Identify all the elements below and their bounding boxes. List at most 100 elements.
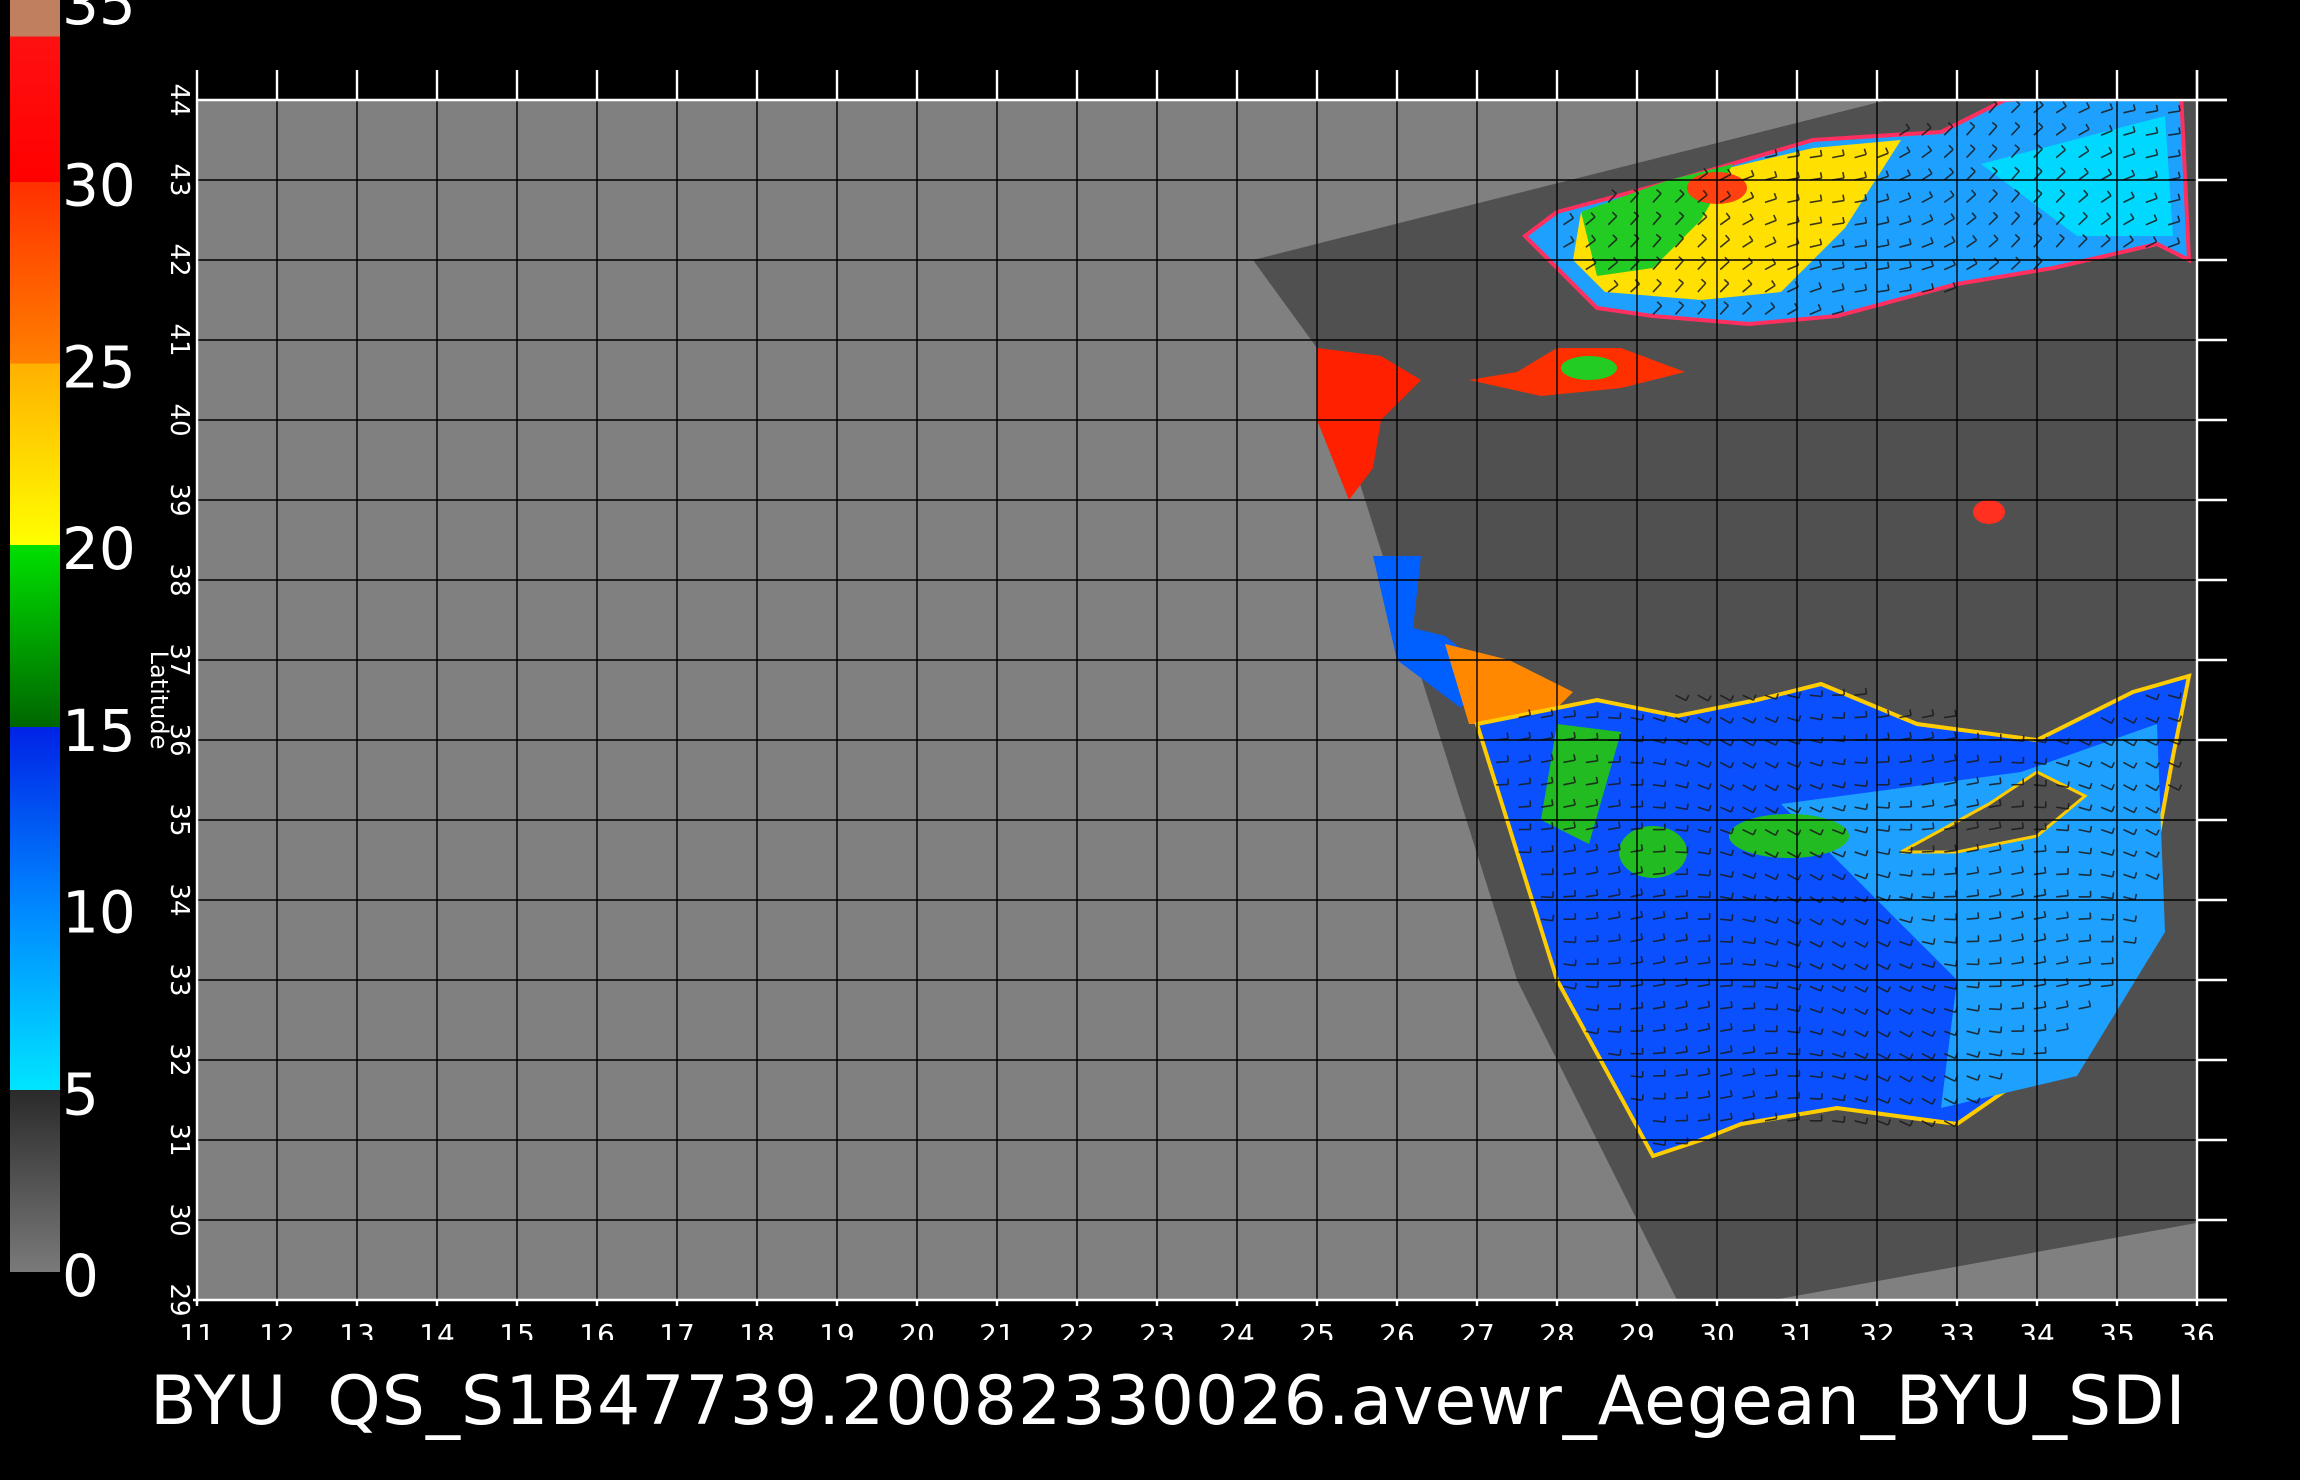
longitude-tick-label: 34 [2019,1318,2055,1340]
wind-barb [1563,940,1576,944]
wind-barb [1641,735,1644,742]
wind-barb [1540,896,1554,899]
wind-barb [1764,1008,1778,1011]
wind-barb [1797,1113,1801,1120]
wind-barb [1954,709,1957,716]
wind-barb [1697,896,1710,899]
wind-barb [1887,284,1890,291]
wind-barb [1596,1004,1600,1011]
wind-barb [2021,821,2025,829]
wind-barb [2044,758,2048,765]
wind-barb [1999,777,2002,784]
wind-barb [1887,755,1890,762]
wind-barb [1999,755,2002,762]
wind-barb [1641,713,1645,721]
wind-barb [2043,1000,2047,1008]
wind-barb [2112,870,2115,877]
wind-barb [1618,933,1621,941]
longitude-tick-label: 11 [179,1318,215,1340]
wind-barb [1798,1026,1801,1033]
wind-barb [1685,1068,1689,1075]
wind-barb [1608,761,1621,764]
wind-barb [1899,805,1912,808]
wind-barb [1573,866,1577,874]
wind-barb [1551,845,1554,852]
wind-barb [1775,960,1779,967]
longitude-tick-label: 32 [1859,1318,1895,1340]
wind-barb [1618,799,1621,806]
wind-barb [1730,1001,1733,1008]
wind-barb [2111,957,2114,964]
longitude-tick-label: 26 [1379,1318,1415,1340]
wind-barb [1864,687,1868,694]
wind-barb [2021,800,2025,807]
longitude-tick-label: 12 [259,1318,295,1340]
wind-barb [1663,866,1666,874]
wind-barb [1886,261,1890,268]
wind-barb [1899,851,1912,854]
wind-barb [1864,261,1868,268]
wind-barb [2011,1007,2024,1010]
longitude-tick-label: 30 [1699,1318,1735,1340]
marmara-green [1561,356,1617,380]
wind-barb [1865,710,1868,717]
wind-barb [2056,873,2069,876]
wind-barb [2000,1026,2003,1033]
wind-barb [1954,867,1957,874]
wind-barb [2021,844,2024,851]
wind-barb [1909,777,1913,784]
wind-barb [1518,851,1531,854]
wind-barb [1618,777,1621,784]
wind-barb [1798,1005,1801,1012]
wind-barb [1864,239,1868,246]
wind-barb [1820,713,1824,720]
wind-barb [1574,959,1577,966]
longitude-tick-label: 24 [1219,1318,1255,1340]
wind-barb [1641,800,1644,807]
latitude-tick-label: 44 [164,83,194,116]
wind-barb [1506,732,1509,739]
wind-barb [2022,1002,2025,1009]
wind-barb [2044,1046,2047,1053]
wind-barb [1664,758,1667,765]
wind-barb [1697,939,1710,943]
wind-barb [2078,873,2091,877]
wind-barb [2033,784,2046,787]
wind-barb [1595,754,1599,761]
wind-barb [1819,172,1823,179]
wind-barb [2044,1023,2047,1031]
wind-barb [1685,1091,1689,1098]
wind-barb [1675,1096,1688,1100]
wind-barb [1976,866,1980,873]
wind-barb [2043,866,2047,873]
longitude-tick-label: 35 [2099,1318,2135,1340]
wind-barb [1608,1030,1621,1033]
longitude-tick-label: 28 [1539,1318,1575,1340]
wind-barb [1976,889,1980,896]
latitude-tick-label: 41 [164,323,194,356]
wind-barb [1618,956,1621,963]
longitude-tick-label: 33 [1939,1318,1975,1340]
wind-barb [1742,1007,1755,1010]
wind-barb [1675,851,1688,854]
longitude-tick-label: 20 [899,1318,935,1340]
wind-barb [1843,758,1846,765]
wind-barb [1999,957,2002,964]
latitude-tick-label: 32 [164,1043,194,1076]
wind-barb [1842,239,1845,246]
wind-barb [2088,956,2092,963]
wind-barb [1506,755,1509,762]
wind-barb [1977,1004,1981,1012]
map-title: BYU QS_S1B47739.20082330026.avewr_Aegean_… [150,1362,2187,1441]
longitude-tick-label: 17 [659,1318,695,1340]
wind-barb [1864,216,1868,224]
wind-barb [1976,754,1980,761]
wind-barb [1664,1115,1667,1123]
wind-barb [1731,892,1734,899]
wind-barb [1764,1052,1778,1055]
longitude-tick-label: 15 [499,1318,535,1340]
wind-barb [1708,934,1711,941]
wind-barb [1842,171,1845,179]
wind-barb [1910,893,1913,900]
wind-barb [2134,937,2137,944]
